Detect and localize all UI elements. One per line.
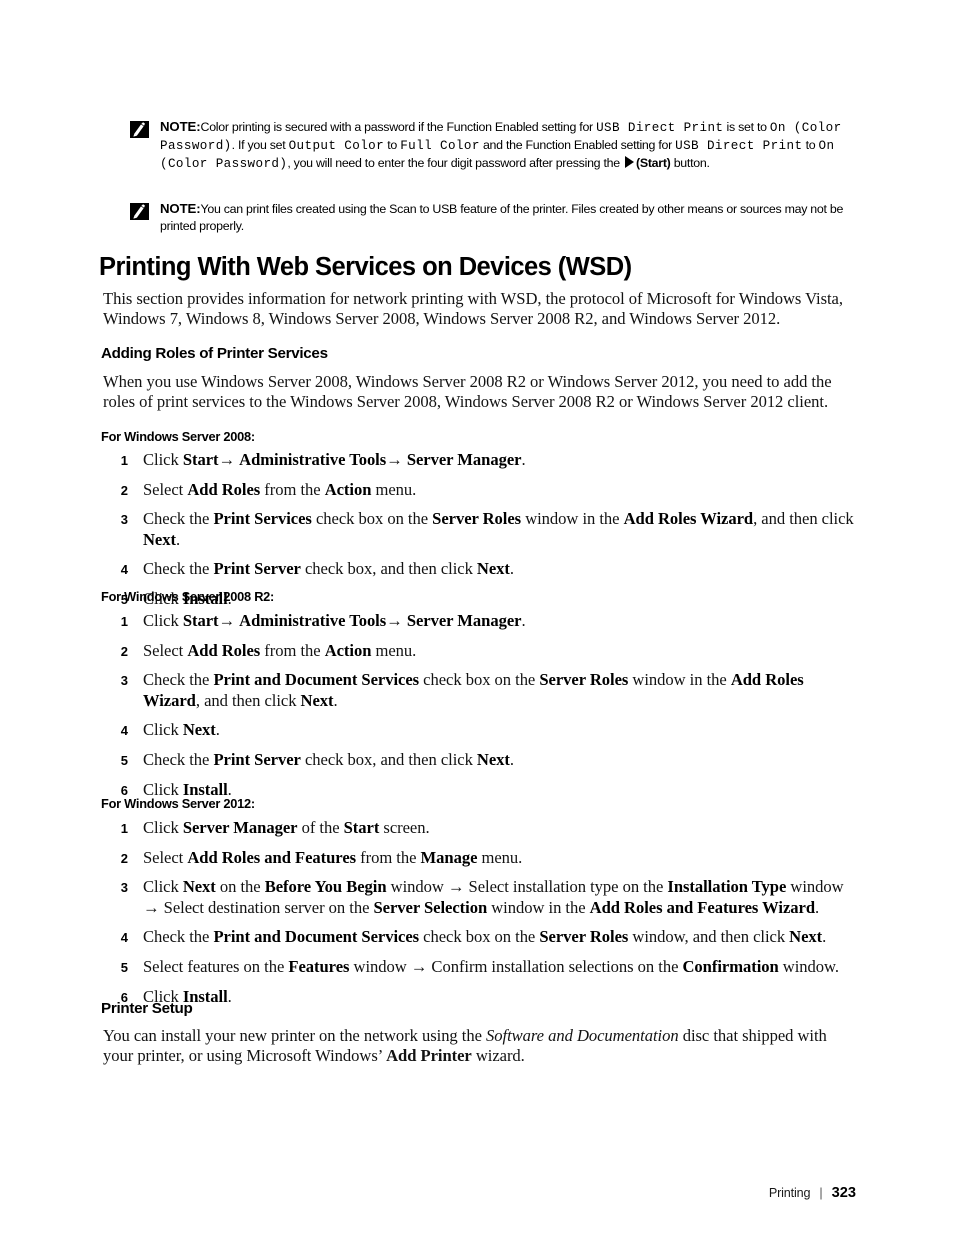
list-item-number: 4 (120, 562, 128, 578)
footer-separator: | (819, 1186, 823, 1200)
list-item-text: Check the Print Server check box, and th… (143, 749, 515, 769)
list-item: 5 Check the Print Server check box, and t… (106, 750, 846, 771)
footer-page-number: 323 (831, 1185, 856, 1201)
list-item-number: 1 (120, 821, 128, 836)
list-item-number: 2 (120, 850, 128, 866)
steps-list-server-2012: 1 Click Server Manager of the Start scree… (106, 818, 858, 1016)
list-item-number: 4 (120, 930, 128, 946)
list-item: 2 Select Add Roles from the Action menu. (106, 480, 854, 501)
footer-section-label: Printing (768, 1186, 811, 1200)
list-item: 4 Check the Print Server check box, and t… (106, 559, 854, 580)
list-item: 2 Select Add Roles and Features from the … (106, 848, 858, 869)
list-item: 3 Check the Print Services check box on t… (106, 509, 854, 550)
note-label: NOTE: (160, 201, 201, 216)
intro-paragraph: This section provides information for ne… (103, 289, 843, 329)
start-button-icon (625, 156, 634, 169)
note-text: NOTE:Color printing is secured with a pa… (160, 118, 852, 174)
list-item: 4 Click Next. (106, 720, 846, 741)
list-item-text: Check the Print and Document Services ch… (143, 670, 804, 710)
list-item-text: Click Start→ Administrative Tools→ Serve… (143, 611, 526, 630)
list-item: 3 Click Next on the Before You Begin wind… (106, 877, 858, 918)
section-heading-adding-roles: Adding Roles of Printer Services (101, 345, 328, 362)
note-block-usb-direct-print: NOTE:Color printing is secured with a pa… (130, 118, 852, 174)
list-item: 6 Click Install. (106, 987, 858, 1008)
list-item: 1 Click Start→ Administrative Tools→ Serv… (106, 450, 854, 471)
subsection-heading-server-2012: For Windows Server 2012: (101, 796, 255, 811)
note-text: NOTE:You can print files created using t… (160, 200, 852, 235)
list-item-number: 2 (120, 643, 128, 659)
page-footer: Printing | 323 (769, 1185, 856, 1201)
list-item-text: Check the Print Server check box, and th… (143, 559, 515, 579)
list-item: 2 Select Add Roles from the Action menu. (106, 641, 846, 662)
list-item-number: 5 (120, 752, 128, 768)
list-item-text: Select Add Roles and Features from the M… (143, 847, 523, 867)
list-item-text: Select Add Roles from the Action menu. (143, 640, 417, 660)
list-item-text: Select features on the Features window →… (143, 956, 839, 976)
note-label: NOTE: (160, 119, 201, 134)
list-item-number: 1 (120, 614, 128, 629)
section-heading-printer-setup: Printer Setup (101, 1000, 193, 1017)
note-rich-text: Color printing is secured with a passwor… (160, 120, 842, 172)
list-item-text: Select Add Roles from the Action menu. (143, 479, 417, 499)
note-pencil-icon (130, 121, 149, 138)
list-item-number: 5 (120, 959, 128, 975)
adding-roles-paragraph: When you use Windows Server 2008, Window… (103, 372, 832, 412)
list-item-number: 1 (120, 453, 128, 468)
list-item-text: Click Start→ Administrative Tools→ Serve… (143, 450, 526, 469)
subsection-heading-server-2008-r2: For Windows Server 2008 R2: (101, 589, 275, 604)
list-item-text: Check the Print Services check box on th… (143, 509, 854, 549)
list-item-number: 4 (120, 723, 128, 739)
document-page: NOTE:Color printing is secured with a pa… (0, 0, 954, 1235)
list-item-text: Check the Print and Document Services ch… (143, 927, 827, 947)
note-block-scan-to-usb: NOTE:You can print files created using t… (130, 200, 852, 235)
list-item: 1 Click Start→ Administrative Tools→ Serv… (106, 611, 846, 632)
list-item-number: 3 (120, 880, 128, 896)
page-title: Printing With Web Services on Devices (W… (99, 253, 632, 281)
subsection-heading-server-2008: For Windows Server 2008: (101, 429, 255, 444)
list-item: 3 Check the Print and Document Services c… (106, 670, 846, 711)
list-item-text: Click Server Manager of the Start screen… (143, 818, 430, 837)
list-item: 5 Select features on the Features window … (106, 957, 858, 978)
list-item-number: 3 (120, 673, 128, 689)
list-item: 4 Check the Print and Document Services c… (106, 927, 858, 948)
note-pencil-icon (130, 203, 149, 220)
list-item-text: Click Next. (143, 720, 220, 740)
list-item-number: 3 (120, 512, 128, 528)
list-item-number: 2 (120, 482, 128, 498)
steps-list-server-2008-r2: 1 Click Start→ Administrative Tools→ Serv… (106, 611, 846, 809)
note-rich-text: You can print files created using the Sc… (160, 202, 844, 234)
list-item-number: 6 (120, 782, 128, 798)
list-item-text: Click Next on the Before You Begin windo… (143, 877, 844, 917)
printer-setup-paragraph: You can install your new printer on the … (103, 1026, 827, 1066)
list-item: 1 Click Server Manager of the Start scree… (106, 818, 858, 839)
